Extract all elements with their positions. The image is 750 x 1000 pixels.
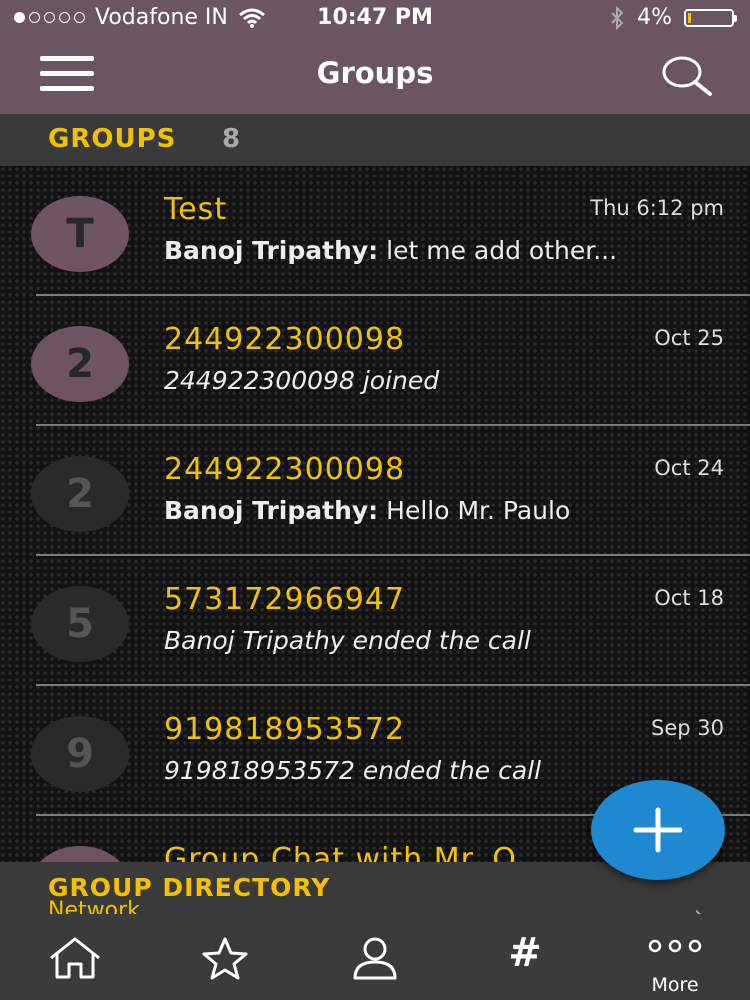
search-button[interactable] (658, 54, 714, 98)
groups-section-label: GROUPS (48, 124, 177, 154)
hash-icon: # (508, 930, 542, 976)
avatar: 2 (31, 456, 129, 532)
group-date: Oct 18 (654, 586, 724, 610)
group-preview: 919818953572 ended the call (164, 756, 542, 785)
group-list: T Test Thu 6:12 pm Banoj Tripathy: let m… (0, 166, 750, 862)
plus-icon (633, 807, 683, 853)
add-group-button[interactable] (591, 780, 725, 880)
group-name: 919818953572 (164, 712, 406, 747)
group-preview: Banoj Tripathy: Hello Mr. Paulo (164, 496, 570, 525)
directory-sublabel: Network (48, 898, 140, 914)
group-preview: Banoj Tripathy ended the call (164, 626, 531, 655)
home-icon (50, 937, 100, 979)
tab-favorites[interactable] (150, 914, 300, 1000)
group-name: Group Chat with Mr. Q (164, 842, 517, 862)
group-name: Test (164, 192, 228, 227)
preview-message: Hello Mr. Paulo (386, 496, 571, 525)
chevron-right-icon: › (694, 900, 704, 914)
status-bar: Vodafone IN 10:47 PM 4% (0, 0, 750, 36)
avatar (31, 846, 129, 862)
groups-count: 8 (222, 124, 241, 154)
avatar: 9 (31, 716, 129, 792)
avatar: T (31, 196, 129, 272)
page-title: Groups (316, 56, 434, 90)
group-date: Oct 24 (654, 456, 724, 480)
tab-home[interactable] (0, 914, 150, 1000)
preview-sender: Banoj Tripathy: (164, 496, 379, 525)
battery-icon (684, 8, 737, 27)
group-row[interactable]: 5 573172966947 Oct 18 Banoj Tripathy end… (0, 556, 750, 686)
star-icon (202, 937, 248, 980)
tab-more[interactable]: More (600, 914, 750, 1000)
group-row[interactable]: 2 244922300098 Oct 24 Banoj Tripathy: He… (0, 426, 750, 556)
group-name: 244922300098 (164, 452, 406, 487)
nav-header: Groups (0, 36, 750, 114)
group-row[interactable]: 2 244922300098 Oct 25 244922300098 joine… (0, 296, 750, 426)
preview-message: let me add other... (386, 236, 618, 265)
group-name: 244922300098 (164, 322, 406, 357)
tab-groups[interactable]: # (450, 914, 600, 1000)
tab-bar: # More (0, 914, 750, 1000)
group-name: 573172966947 (164, 582, 406, 617)
groups-section-header: GROUPS 8 (0, 114, 750, 166)
search-icon (662, 56, 712, 96)
group-date: Thu 6:12 pm (590, 196, 724, 220)
person-icon (353, 937, 397, 980)
preview-sender: Banoj Tripathy: (164, 236, 379, 265)
status-right: 4% (609, 5, 737, 30)
avatar: 5 (31, 586, 129, 662)
group-preview: 244922300098 joined (164, 366, 440, 395)
bluetooth-icon (611, 5, 624, 30)
more-icon (648, 939, 702, 953)
more-label: More (651, 974, 699, 996)
group-date: Oct 25 (654, 326, 724, 350)
group-row[interactable]: T Test Thu 6:12 pm Banoj Tripathy: let m… (0, 166, 750, 296)
group-preview: Banoj Tripathy: let me add other... (164, 236, 617, 265)
tab-contacts[interactable] (300, 914, 450, 1000)
group-date: Sep 30 (651, 716, 724, 740)
battery-percent: 4% (637, 5, 672, 30)
avatar: 2 (31, 326, 129, 402)
